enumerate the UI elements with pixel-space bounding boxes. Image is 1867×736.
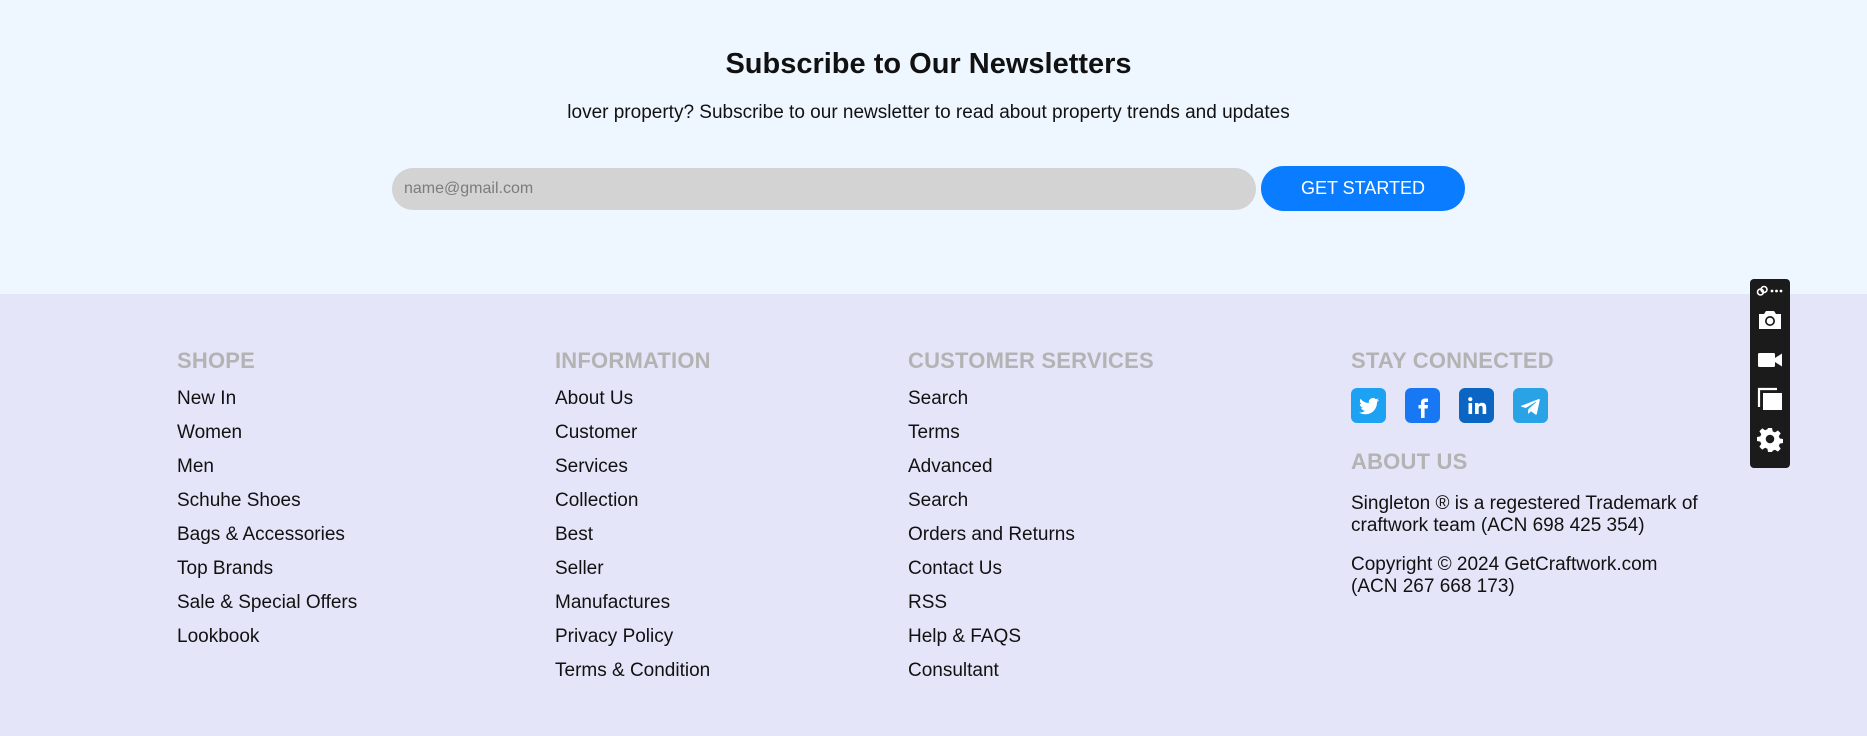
footer-link[interactable]: Consultant xyxy=(908,654,1154,688)
footer-link[interactable]: Men xyxy=(177,450,357,484)
footer-link[interactable]: Contact Us xyxy=(908,552,1154,586)
footer-link[interactable]: Lookbook xyxy=(177,620,357,654)
footer-link[interactable]: New In xyxy=(177,382,357,416)
email-input[interactable] xyxy=(392,168,1256,210)
footer-link[interactable]: Customer xyxy=(555,416,711,450)
linkedin-icon[interactable] xyxy=(1459,388,1494,423)
footer-link[interactable]: Search xyxy=(908,382,1154,416)
footer-column-stay-connected: STAY CONNECTED ABOUT US Singleton ® is a… xyxy=(1351,348,1701,598)
facebook-icon[interactable] xyxy=(1405,388,1440,423)
footer-link[interactable]: Privacy Policy xyxy=(555,620,711,654)
footer-link[interactable]: RSS xyxy=(908,586,1154,620)
more-icon[interactable] xyxy=(1770,289,1783,293)
camera-icon[interactable] xyxy=(1755,305,1785,335)
footer-link[interactable]: Best xyxy=(555,518,711,552)
footer-link[interactable]: Sale & Special Offers xyxy=(177,586,357,620)
footer-link[interactable]: Schuhe Shoes xyxy=(177,484,357,518)
newsletter-section: Subscribe to Our Newsletters lover prope… xyxy=(0,0,1867,294)
column-heading-about-us: ABOUT US xyxy=(1351,449,1468,474)
footer-link[interactable]: Search xyxy=(908,484,1154,518)
trademark-text: Singleton ® is a regestered Trademark of… xyxy=(1351,493,1698,536)
footer-link[interactable]: Terms xyxy=(908,416,1154,450)
column-heading-customer-services: CUSTOMER SERVICES xyxy=(908,348,1154,373)
footer-link[interactable]: Manufactures xyxy=(555,586,711,620)
column-heading-stay-connected: STAY CONNECTED xyxy=(1351,348,1554,373)
footer: SHOPE New In Women Men Schuhe Shoes Bags… xyxy=(0,294,1867,736)
footer-link[interactable]: Advanced xyxy=(908,450,1154,484)
footer-link[interactable]: About Us xyxy=(555,382,711,416)
twitter-icon[interactable] xyxy=(1351,388,1386,423)
footer-link[interactable]: Bags & Accessories xyxy=(177,518,357,552)
newsletter-subtitle: lover property? Subscribe to our newslet… xyxy=(567,102,1290,123)
column-heading-shope: SHOPE xyxy=(177,348,256,373)
link-icon[interactable] xyxy=(1756,285,1768,296)
copy-icon[interactable] xyxy=(1755,385,1785,415)
copyright-text: Copyright © 2024 GetCraftwork.com (ACN 2… xyxy=(1351,554,1658,597)
footer-column-shope: SHOPE New In Women Men Schuhe Shoes Bags… xyxy=(177,348,357,654)
footer-link[interactable]: Collection xyxy=(555,484,711,518)
footer-link[interactable]: Terms & Condition xyxy=(555,654,711,688)
footer-link[interactable]: Seller xyxy=(555,552,711,586)
footer-link[interactable]: Women xyxy=(177,416,357,450)
footer-link[interactable]: Help & FAQS xyxy=(908,620,1154,654)
newsletter-title: Subscribe to Our Newsletters xyxy=(725,48,1132,80)
footer-column-customer-services: CUSTOMER SERVICES Search Terms Advanced … xyxy=(908,348,1154,688)
column-heading-information: INFORMATION xyxy=(555,348,711,373)
get-started-button[interactable]: GET STARTED xyxy=(1261,166,1465,211)
footer-column-information: INFORMATION About Us Customer Services C… xyxy=(555,348,711,688)
telegram-icon[interactable] xyxy=(1513,388,1548,423)
social-links xyxy=(1351,388,1701,423)
footer-link[interactable]: Services xyxy=(555,450,711,484)
footer-link[interactable]: Orders and Returns xyxy=(908,518,1154,552)
gear-icon[interactable] xyxy=(1755,425,1785,455)
floating-toolbar xyxy=(1750,279,1790,468)
video-icon[interactable] xyxy=(1755,345,1785,375)
footer-link[interactable]: Top Brands xyxy=(177,552,357,586)
